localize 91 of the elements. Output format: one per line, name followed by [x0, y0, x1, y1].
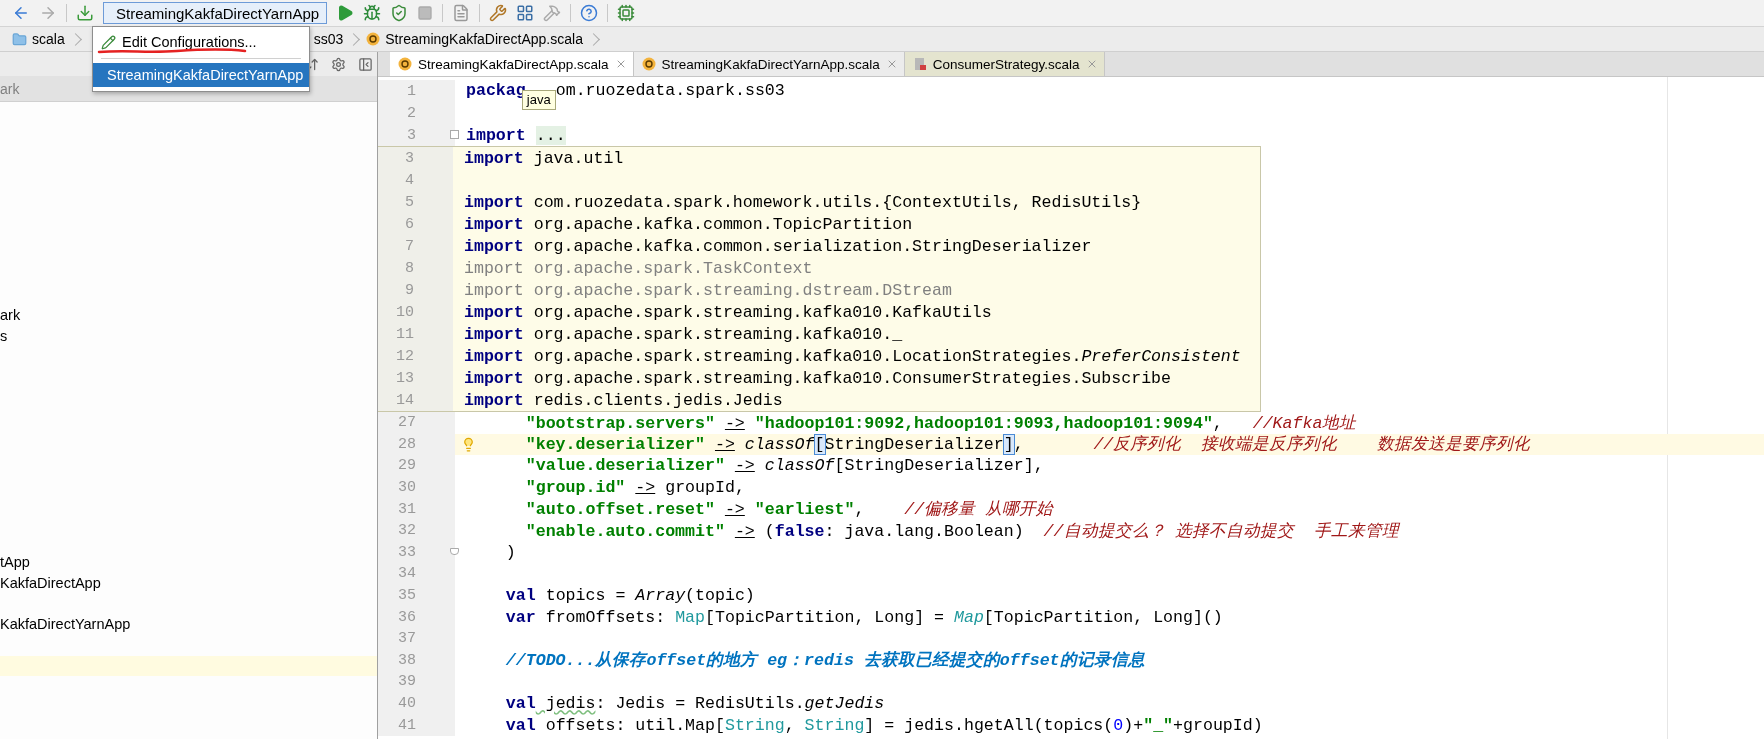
code-line: import org.apache.kafka.common.serialization.StringDeserializer [464, 236, 1092, 256]
lightbulb-icon[interactable] [461, 436, 476, 452]
document-icon[interactable] [452, 4, 470, 22]
line-number: 9 [404, 281, 414, 299]
line-number: 27 [397, 414, 416, 432]
code-line: "auto.offset.reset" -> "earliest", //偏移量 从哪开始 [524, 499, 1054, 521]
code-line: ) [504, 542, 516, 562]
code-line: import org.apache.spark.streaming.kafka010.ConsumerStrategies.Subscribe [464, 368, 1171, 388]
tooltip: java [521, 90, 556, 110]
code-line: "group.id" -> groupId, [524, 478, 745, 498]
tree-item[interactable]: ark [0, 305, 21, 326]
code-line: import org.apache.spark.streaming.kafka010.KafkaUtils [464, 302, 992, 322]
fold-icon[interactable] [450, 130, 459, 139]
line-number: 38 [397, 651, 416, 669]
hammer-icon[interactable] [543, 4, 561, 22]
line-number: 4 [404, 171, 414, 189]
code-line: var fromOffsets: Map[TopicPartition, Long] = Map[TopicPartition, Long]() [504, 607, 1223, 627]
line-number: 10 [395, 303, 414, 321]
line-number: 41 [397, 716, 416, 734]
tree-item[interactable]: s [0, 325, 8, 347]
code-line: import org.apache.spark.streaming.kafka010.LocationStrategies.PreferConsistent [464, 346, 1241, 366]
line-number: 36 [397, 608, 416, 626]
line-number: 12 [395, 347, 414, 365]
line-number: 1 [406, 82, 416, 100]
editor-tab[interactable]: ConsumerStrategy.scala [904, 52, 1105, 76]
fold-icon[interactable] [450, 547, 459, 555]
download-icon[interactable] [76, 4, 94, 22]
code-line: import org.apache.spark.TaskContext [464, 258, 813, 278]
code-line: import redis.clients.jedis.Jedis [464, 390, 783, 410]
chip-icon[interactable] [617, 4, 635, 22]
code-line: val jedis: Jedis = RedisUtils.getJedis [504, 694, 885, 713]
object-icon [641, 57, 656, 71]
settings-icon[interactable] [331, 56, 346, 72]
tree-item[interactable]: KakfaDirectApp [0, 572, 101, 594]
class-file-icon [912, 57, 927, 71]
line-number: 29 [397, 457, 416, 475]
code-line: "bootstrap.servers" -> "hadoop101:9092,hadoop101:9093,hadoop101:9094", //Kafka地址 [524, 412, 1357, 434]
help-icon[interactable] [580, 4, 598, 22]
wrench-icon[interactable] [489, 4, 507, 22]
tree-item[interactable]: KakfaDirectYarnApp [0, 613, 131, 635]
line-number: 2 [406, 104, 416, 122]
menu-item[interactable]: Edit Configurations... [93, 30, 309, 54]
menu-item[interactable]: StreamingKakfaDirectYarnApp [93, 63, 309, 87]
line-number: 39 [397, 673, 416, 691]
run-config-select[interactable]: StreamingKakfaDirectYarnApp [103, 2, 327, 24]
bug-icon[interactable] [363, 4, 381, 22]
line-number: 31 [397, 500, 416, 518]
line-number: 3 [406, 126, 416, 144]
breadcrumb[interactable]: scala [12, 31, 65, 47]
code-line: import org.apache.spark.streaming.kafka010._ [464, 324, 903, 344]
line-number: 35 [397, 587, 416, 605]
line-number: 33 [397, 543, 416, 561]
forward-arrow-icon[interactable] [39, 4, 57, 22]
stop-icon[interactable] [417, 5, 433, 21]
object-icon [398, 57, 412, 71]
code-line: "value.deserializer" -> classOf[StringDeserializer], [524, 456, 1044, 476]
line-number: 32 [397, 522, 416, 540]
code-line: import org.apache.kafka.common.TopicPartition [464, 214, 913, 234]
play-icon[interactable] [336, 4, 354, 22]
hide-panel-icon[interactable] [358, 56, 373, 72]
code-line: import ... [466, 125, 566, 145]
folder-icon [12, 31, 27, 47]
tree-item[interactable]: tApp [0, 552, 30, 573]
line-number: 8 [404, 259, 414, 277]
edit-icon [101, 34, 116, 50]
line-number: 14 [395, 391, 414, 409]
line-number: 40 [397, 695, 416, 712]
code-line: //TODO...从保存offset的地方 eg：redis 去获取已经提交的offset的记录信息 [504, 649, 1145, 672]
line-number: 5 [404, 193, 414, 211]
object-icon [366, 32, 381, 46]
coverage-icon[interactable] [390, 4, 408, 22]
code-line: val topics = Array(topic) [504, 586, 755, 606]
breadcrumb[interactable]: ss03 [313, 31, 344, 47]
code-line: "enable.auto.commit" -> (false: java.lang.Boolean) //自动提交么？ 选择不自动提交 手工来管理 [524, 520, 1400, 542]
line-number: 11 [395, 325, 414, 343]
code-line: import java.util [464, 148, 624, 168]
line-number: 34 [397, 565, 416, 583]
line-number: 30 [397, 479, 416, 497]
line-number: 6 [404, 215, 414, 233]
grid-icon[interactable] [516, 4, 534, 22]
editor-tab[interactable]: StreamingKakfaDirectApp.scala [390, 52, 634, 76]
line-number: 13 [395, 369, 414, 387]
line-number: 28 [397, 435, 416, 453]
line-number: 7 [404, 237, 414, 255]
line-number: 37 [397, 630, 416, 648]
line-number: 3 [404, 149, 414, 167]
breadcrumb[interactable]: StreamingKakfaDirectApp.scala [366, 31, 583, 47]
editor-tab[interactable]: StreamingKakfaDirectYarnApp.scala [633, 52, 905, 76]
code-line: val offsets: util.Map[String, String] = jedis.hgetAll(topics(0)+"_"+groupId) [504, 715, 1263, 735]
code-line: import org.apache.spark.streaming.dstream.DStream [464, 280, 952, 300]
code-line: import com.ruozedata.spark.homework.utils.{ContextUtils, RedisUtils} [464, 192, 1142, 212]
